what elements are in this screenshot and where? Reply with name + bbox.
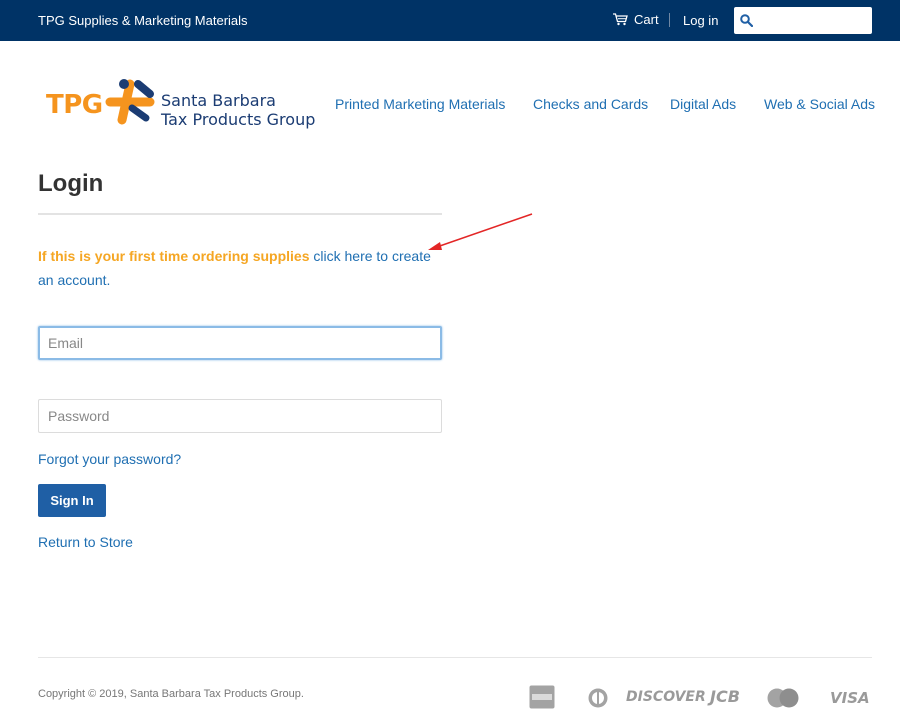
cart-icon	[613, 13, 628, 26]
top-divider	[669, 13, 670, 27]
copyright-text: Copyright © 2019, Santa Barbara Tax Prod…	[38, 688, 304, 700]
annotation-arrow-icon	[428, 213, 533, 250]
page-title: Login	[38, 170, 104, 197]
cart-link[interactable]: Cart	[613, 12, 659, 27]
visa-icon: VISA	[830, 689, 870, 707]
logo-mark-icon	[105, 79, 155, 125]
american-express-icon	[529, 685, 555, 709]
cart-label: Cart	[634, 12, 659, 27]
password-field[interactable]	[38, 399, 442, 433]
login-link[interactable]: Log in	[683, 13, 718, 28]
diners-club-icon	[588, 688, 608, 708]
jcb-icon: JCB	[710, 687, 740, 706]
search-box[interactable]	[734, 7, 872, 34]
nav-printed-marketing-materials[interactable]: Printed Marketing Materials	[335, 96, 505, 112]
sign-in-button[interactable]: Sign In	[38, 484, 106, 517]
search-input[interactable]	[759, 9, 869, 32]
top-bar: TPG Supplies & Marketing Materials Cart …	[0, 0, 900, 41]
return-to-store-link[interactable]: Return to Store	[38, 534, 133, 550]
logo-tpg-text: TPG	[46, 90, 103, 120]
nav-checks-and-cards[interactable]: Checks and Cards	[533, 96, 648, 112]
mastercard-icon	[767, 688, 799, 708]
logo-line-2: Tax Products Group	[161, 110, 316, 129]
create-account-notice: If this is your first time ordering supp…	[38, 244, 448, 292]
logo-line-1: Santa Barbara	[161, 91, 276, 110]
footer-divider	[38, 657, 872, 658]
store-name-link[interactable]: TPG Supplies & Marketing Materials	[38, 13, 248, 28]
nav-digital-ads[interactable]: Digital Ads	[670, 96, 736, 112]
email-field[interactable]	[38, 326, 442, 360]
forgot-password-link[interactable]: Forgot your password?	[38, 451, 181, 467]
first-time-notice: If this is your first time ordering supp…	[38, 248, 310, 264]
search-icon[interactable]	[740, 14, 753, 27]
site-logo[interactable]: TPG Santa Barbara Tax Products Group	[46, 78, 315, 132]
discover-icon: DISCOVER	[626, 689, 706, 705]
nav-web-social-ads[interactable]: Web & Social Ads	[764, 96, 875, 112]
title-divider	[38, 213, 442, 215]
